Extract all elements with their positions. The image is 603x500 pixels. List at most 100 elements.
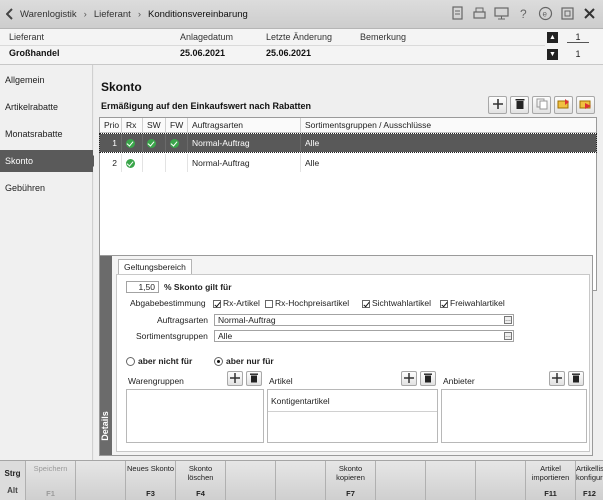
anlagedatum-label: Anlagedatum [180,32,234,42]
function-key-bar: Strg Alt Speichern F1 Neues Skonto F3 Skon… [0,460,603,500]
checkbox-rx-artikel[interactable]: Rx-Artikel [213,298,260,309]
cell-prio: 1 [100,134,122,152]
table-row[interactable]: 1 Normal-Auftrag Alle [99,133,597,153]
f3-neues-skonto-button[interactable]: Neues Skonto F3 [126,461,176,500]
f6-button[interactable] [276,461,326,500]
f11-artikel-importieren-button[interactable]: Artikel importieren F11 [526,461,576,500]
cell-prio: 2 [100,154,122,172]
add-icon [230,372,240,385]
artikel-label: Artikel [269,376,293,386]
fkey-code: F12 [583,489,596,498]
breadcrumb-item-lieferant[interactable]: Lieferant [94,9,131,20]
breadcrumb-item-warenlogistik[interactable]: Warenlogistik [20,9,77,20]
details-side-label: Details [100,411,110,441]
col-sortimentsgruppen[interactable]: Sortimentsgruppen / Ausschlüsse [301,118,596,133]
f1-speichern-button[interactable]: Speichern F1 [26,461,76,500]
sidebar-item-skonto[interactable]: Skonto [0,150,99,172]
header-info: Lieferant Anlagedatum Letzte Änderung Be… [0,29,603,65]
f2-button[interactable] [76,461,126,500]
help-icon[interactable]: ? [516,6,531,21]
check-icon [126,139,135,149]
col-rx[interactable]: Rx [122,118,143,133]
move-up-button[interactable] [554,96,573,114]
printer-icon[interactable] [472,6,487,21]
sidebar-item-monatsrabatte[interactable]: Monatsrabatte [0,123,93,145]
warengruppen-add-button[interactable] [227,371,243,386]
checkbox-sichtwahl[interactable]: Sichtwahlartikel [362,298,431,309]
copy-row-button[interactable] [532,96,551,114]
window-icon[interactable] [560,6,575,21]
modifier-strg: Strg [4,469,21,478]
svg-text:?: ? [520,7,527,21]
f10-button[interactable] [476,461,526,500]
col-sw[interactable]: SW [143,118,166,133]
checkbox-unchecked-icon [265,299,273,308]
sidebar-item-gebuehren[interactable]: Gebühren [0,177,93,199]
artikel-delete-button[interactable] [420,371,436,386]
col-auftragsarten[interactable]: Auftragsarten [188,118,301,133]
main-content: Skonto Ermäßigung auf den Einkaufswert n… [94,65,603,460]
checkbox-rx-hochpreis[interactable]: Rx-Hochpreisartikel [265,298,349,309]
skonto-percent-input[interactable]: 1,50 [126,281,159,293]
add-icon [552,372,562,385]
sortimentsgruppen-label: Sortimentsgruppen [136,331,208,341]
circle-e-icon[interactable]: e [538,6,553,21]
details-side-tab[interactable]: Details [100,256,112,455]
modifier-key[interactable]: Strg Alt [0,461,26,500]
artikel-list[interactable]: Kontigentartikel [267,389,438,443]
list-item[interactable]: Kontigentartikel [268,390,437,412]
trash-icon [572,373,580,385]
geltungsbereich-content: 1,50 % Skonto gilt für Abgabebestimmung … [116,274,590,452]
col-prio[interactable]: Prio [100,118,122,133]
f7-skonto-kopieren-button[interactable]: Skonto kopieren F7 [326,461,376,500]
anbieter-add-button[interactable] [549,371,565,386]
grid-toolbar [488,96,595,114]
cell-sortiment: Alle [305,158,320,168]
trash-icon [424,373,432,385]
pager-up-icon[interactable]: ▲ [547,32,558,43]
f8-button[interactable] [376,461,426,500]
col-fw[interactable]: FW [166,118,188,133]
move-down-button[interactable] [576,96,595,114]
checkbox-label: Freiwahlartikel [450,298,505,308]
check-icon [126,159,135,169]
table-row[interactable]: 2 Normal-Auftrag Alle [100,154,596,172]
trash-icon [250,373,258,385]
tab-geltungsbereich[interactable]: Geltungsbereich [118,259,192,275]
sidebar-item-allgemein[interactable]: Allgemein [0,69,93,91]
checkbox-checked-icon [362,299,370,308]
checkbox-freiwahl[interactable]: Freiwahlartikel [440,298,505,309]
close-icon[interactable] [582,6,597,21]
document-icon[interactable] [450,6,465,21]
skonto-label: % Skonto gilt für [164,282,232,292]
anbieter-delete-button[interactable] [568,371,584,386]
cell-fw [166,154,188,172]
sidebar-item-artikelrabatte[interactable]: Artikelrabatte [0,96,93,118]
back-icon[interactable] [0,0,20,29]
auftragsarten-label: Auftragsarten [157,315,209,325]
artikel-add-button[interactable] [401,371,417,386]
warengruppen-list[interactable] [126,389,264,443]
anbieter-list[interactable] [441,389,587,443]
f4-skonto-loeschen-button[interactable]: Skonto löschen F4 [176,461,226,500]
warengruppen-delete-button[interactable] [246,371,262,386]
cell-fw [166,134,188,152]
radio-off-icon [126,357,135,367]
pager-down-icon[interactable]: ▼ [547,49,558,60]
fkey-label: Skonto löschen [187,464,214,482]
add-row-button[interactable] [488,96,507,114]
sortimentsgruppen-field[interactable]: Alle… [214,330,514,342]
ellipsis-icon[interactable]: … [504,332,512,340]
radio-aber-nicht-fuer[interactable]: aber nicht für [126,356,192,367]
page-subtitle: Ermäßigung auf den Einkaufswert nach Rab… [101,101,312,111]
auftragsarten-value: Normal-Auftrag [218,315,276,325]
f5-button[interactable] [226,461,276,500]
ellipsis-icon[interactable]: … [504,316,512,324]
f9-button[interactable] [426,461,476,500]
pager-total: 1 [575,49,581,59]
monitor-icon[interactable] [494,6,509,21]
f12-artikellisten-konfigurieren-button[interactable]: Artikellisten konfigurieren F12 [576,461,603,500]
radio-aber-nur-fuer[interactable]: aber nur für [214,356,274,367]
delete-row-button[interactable] [510,96,529,114]
auftragsarten-field[interactable]: Normal-Auftrag … [214,314,514,326]
